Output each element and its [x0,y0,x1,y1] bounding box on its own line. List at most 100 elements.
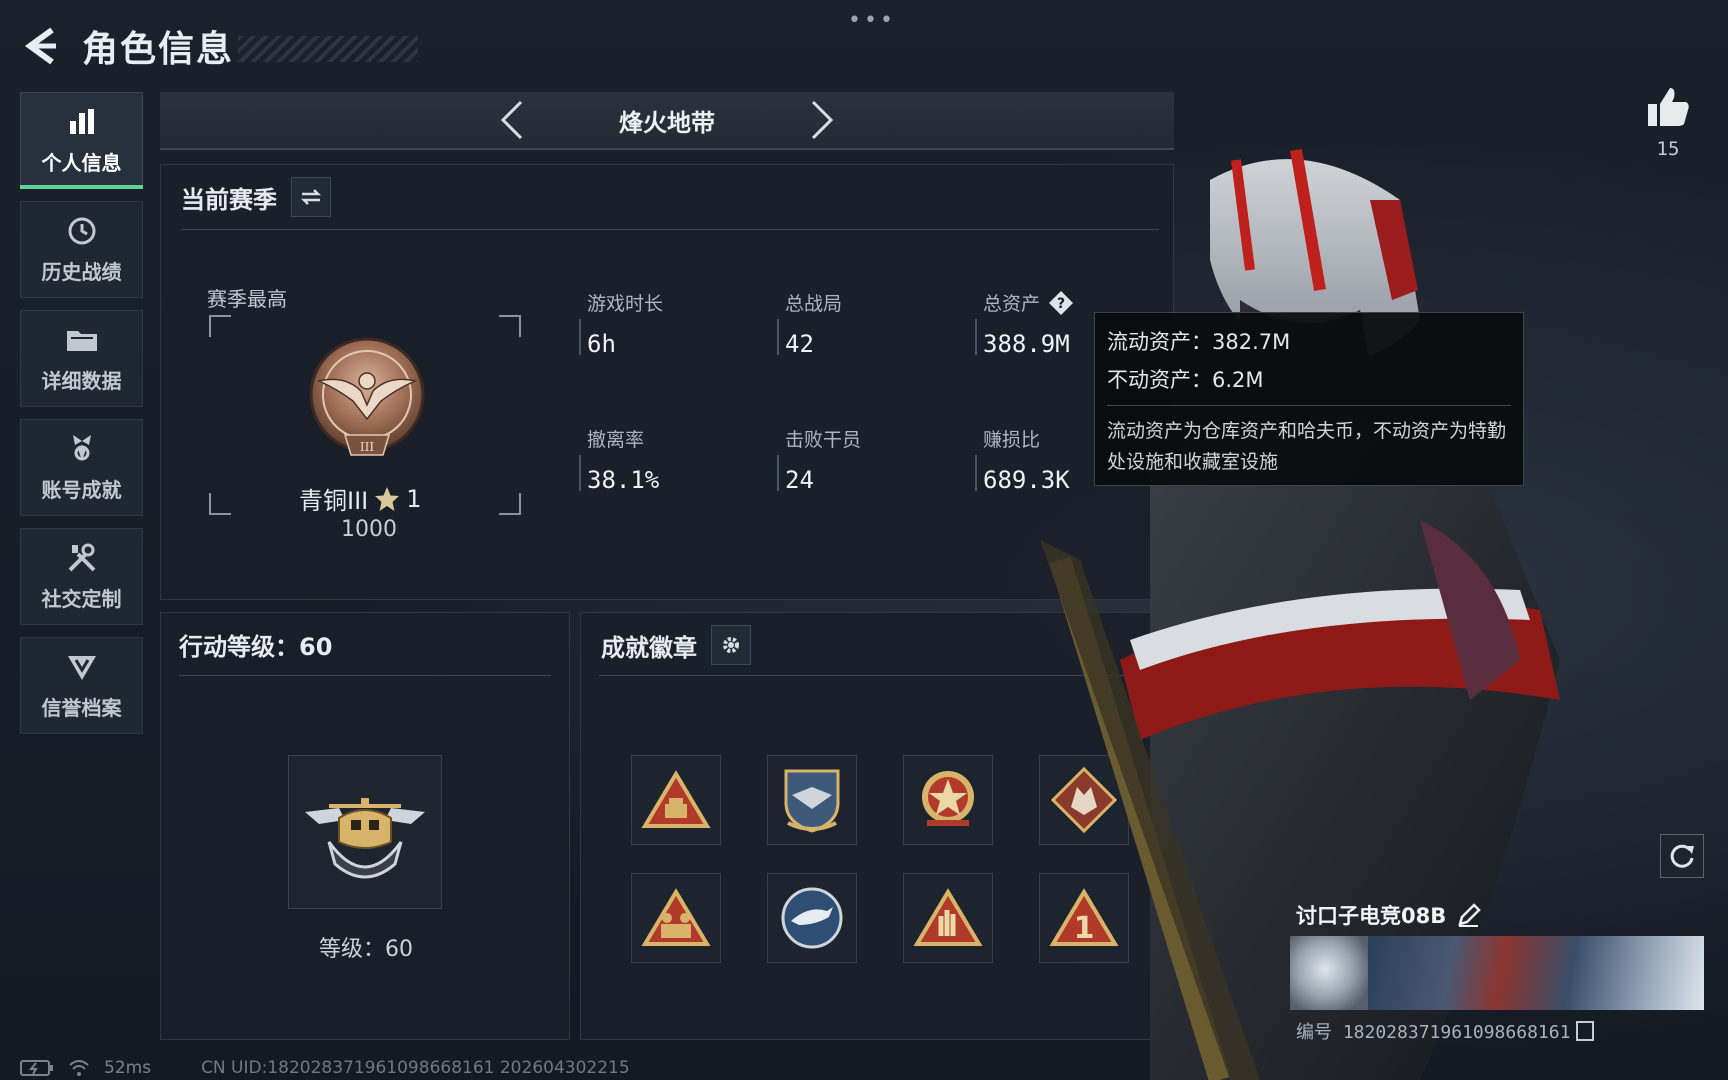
badge-title: 成就徽章 [601,633,697,662]
sidebar-item-label: 历史战绩 [41,260,122,284]
assets-description: 流动资产为仓库资产和哈夫币，不动资产为特勤处设施和收藏室设施 [1107,420,1507,473]
triangle-one-badge-icon: 1 [1049,888,1119,946]
rank-name-row: 青铜III 1 [299,481,539,516]
help-diamond-icon[interactable]: ? [1048,290,1074,316]
stat-value: 6h [587,330,616,358]
season-panel: 当前赛季 赛季最高 III 青铜III 1 1000 游戏时长 6h 总战局 4… [160,164,1174,600]
fixed-assets: 不动资产：6.2M [1107,368,1264,392]
swap-icon [300,189,322,205]
stat-value: 24 [785,466,814,494]
title-decoration [238,36,419,62]
bar-chart-icon [65,105,99,139]
refresh-button[interactable] [1660,834,1704,878]
copy-icon[interactable] [1576,1021,1595,1041]
level-badge-frame[interactable] [288,755,442,909]
sidebar-item-detailed-data[interactable]: 详细数据 [20,310,143,407]
triangle-soldiers-badge-icon [641,888,711,946]
eagle-round-badge-icon [781,887,843,949]
sidebar-item-achievements[interactable]: 账号成就 [20,419,143,516]
tools-icon [65,541,99,575]
sidebar-item-label: 账号成就 [41,478,122,502]
achievement-medal-icon [65,432,99,466]
badge-slot[interactable] [1039,755,1129,845]
stat-extract-rate: 撤离率 38.1% [579,425,757,494]
sidebar-item-social-custom[interactable]: 社交定制 [20,528,143,625]
achievement-badge-panel: 成就徽章 1 [580,612,1174,1040]
like-button[interactable]: 15 [1640,86,1696,160]
sidebar: 个人信息 历史战绩 详细数据 账号成就 社交定制 信誉档案 [20,92,143,746]
page-title: 角色信息 [82,29,235,70]
credit-shield-icon [65,650,99,684]
wolf-diamond-badge-icon [1051,767,1117,833]
divider [181,229,1159,230]
rank-score: 1000 [341,517,397,542]
player-id-row: 编号 1820283719610986681​61 [1296,1018,1595,1044]
badge-slot[interactable]: 1 [1039,873,1129,963]
page-header: 角色信息 [20,18,419,74]
avatar[interactable] [1290,936,1368,1010]
stat-play-time: 游戏时长 6h [579,289,757,358]
player-card[interactable] [1290,936,1704,1010]
next-mode-button[interactable] [797,95,847,145]
triangle-hand-badge-icon [913,888,983,946]
stat-total-matches: 总战局 42 [777,289,955,358]
divider [179,675,551,676]
player-name-row: 讨口子电竞08B [1296,900,1482,930]
more-options-icon[interactable]: ••• [848,8,896,33]
profile-banner [1368,936,1704,1010]
stat-label: 总战局 [785,293,843,315]
sidebar-item-label: 社交定制 [41,587,122,611]
stat-label: 撤离率 [587,429,645,451]
bronze-rank-emblem-icon: III [309,337,425,456]
stat-label-text: 总资产 [983,293,1041,315]
back-button[interactable] [20,22,60,70]
folder-icon [65,323,99,357]
badge-slot[interactable] [903,873,993,963]
divider [1107,405,1511,406]
triangle-chest-badge-icon [641,770,711,828]
mode-name: 烽火地带 [619,108,715,137]
edit-pencil-icon[interactable] [1456,902,1482,928]
ping-value: 52ms [104,1058,152,1078]
stat-value: 42 [785,330,814,358]
helicopter-level-badge-icon [305,798,425,879]
badge-slot[interactable] [767,873,857,963]
back-arrow-icon [24,27,56,65]
badge-slot[interactable] [631,755,721,845]
svg-text:?: ? [1057,296,1065,312]
sidebar-item-label: 信誉档案 [41,696,122,720]
uid-text: CN UID:1820283719610986681​61 2026043022… [201,1058,630,1078]
battery-icon [20,1060,53,1076]
player-name: 讨口子电竞08B [1296,904,1447,928]
sidebar-item-label: 个人信息 [41,151,122,175]
badge-settings-button[interactable] [711,625,751,665]
history-clock-icon [65,214,99,248]
thumbs-up-icon [1648,88,1689,126]
like-count: 15 [1656,138,1680,160]
badge-slot[interactable] [903,755,993,845]
sidebar-item-personal-info[interactable]: 个人信息 [20,92,143,189]
stat-value: 38.1% [587,466,660,494]
badge-slot[interactable] [631,873,721,963]
gear-icon [723,637,739,653]
shield-eagle-badge-icon [784,769,840,833]
player-id: 编号 1820283719610986681​61 [1296,1022,1571,1043]
previous-mode-button[interactable] [487,95,537,145]
star-wreath-badge-icon [922,771,974,826]
switch-season-button[interactable] [291,177,331,217]
season-best-label: 赛季最高 [207,287,287,311]
badge-slot[interactable] [767,755,857,845]
rank-stars: 1 [406,484,422,513]
stat-label: 击败干员 [785,429,862,451]
liquid-assets: 流动资产：382.7M [1107,330,1291,354]
status-footer: 52ms CN UID:1820283719610986681​61 20260… [20,1056,630,1080]
assets-tooltip: 流动资产：382.7M 不动资产：6.2M 流动资产为仓库资产和哈夫币，不动资产… [1094,312,1524,486]
action-level-panel: 行动等级：60 等级：60 [160,612,570,1040]
sidebar-item-history[interactable]: 历史战绩 [20,201,143,298]
svg-text:III: III [360,440,374,454]
svg-text:1: 1 [1074,911,1095,946]
sidebar-item-credit-record[interactable]: 信誉档案 [20,637,143,734]
refresh-icon [1670,844,1694,868]
chevron-right-icon [811,100,834,140]
chevron-left-icon [500,100,523,140]
